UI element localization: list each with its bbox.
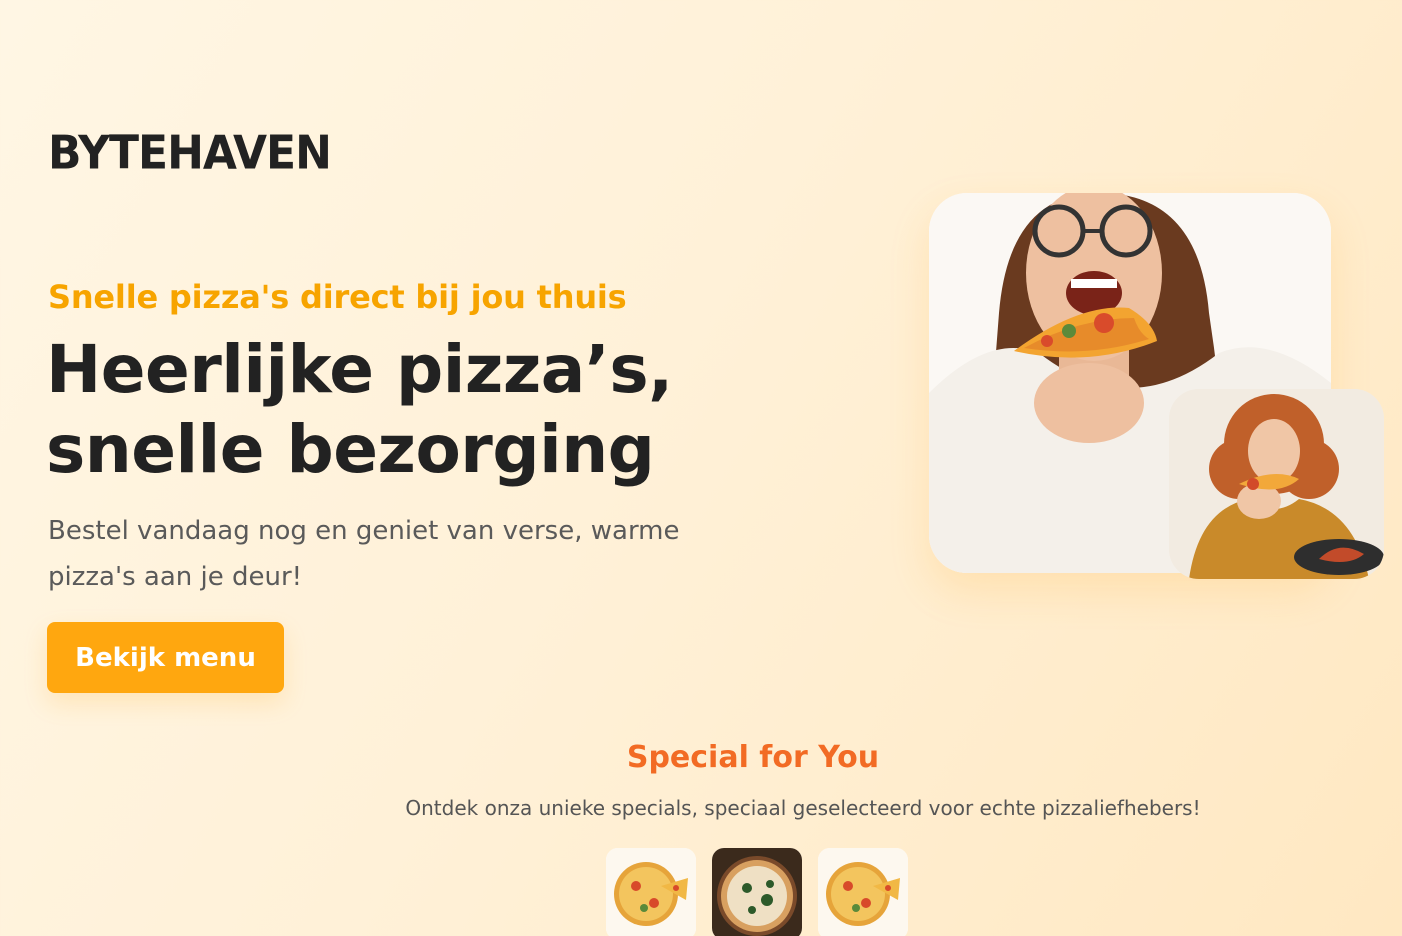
special-item-pizza-1[interactable] (606, 848, 696, 936)
pizza-photo (606, 848, 696, 936)
specials-list (606, 848, 908, 936)
view-menu-button[interactable]: Bekijk menu (47, 622, 284, 693)
special-item-pizza-2[interactable] (712, 848, 802, 936)
hero-title: Heerlijke pizza’s, snelle bezorging (46, 331, 673, 488)
girl-eating-pizza-photo (1169, 389, 1384, 579)
hero-subtitle: Snelle pizza's direct bij jou thuis (48, 278, 627, 316)
specials-title: Special for You (626, 740, 880, 775)
brand-logo[interactable]: BYTEHAVEN (48, 127, 332, 181)
pizza-photo (712, 848, 802, 936)
special-item-pizza-3[interactable] (818, 848, 908, 936)
hero-description: Bestel vandaag nog en geniet van verse, … (48, 516, 680, 592)
specials-description: Ontdek onza unieke specials, speciaal ge… (405, 796, 1201, 820)
pizza-photo (818, 848, 908, 936)
